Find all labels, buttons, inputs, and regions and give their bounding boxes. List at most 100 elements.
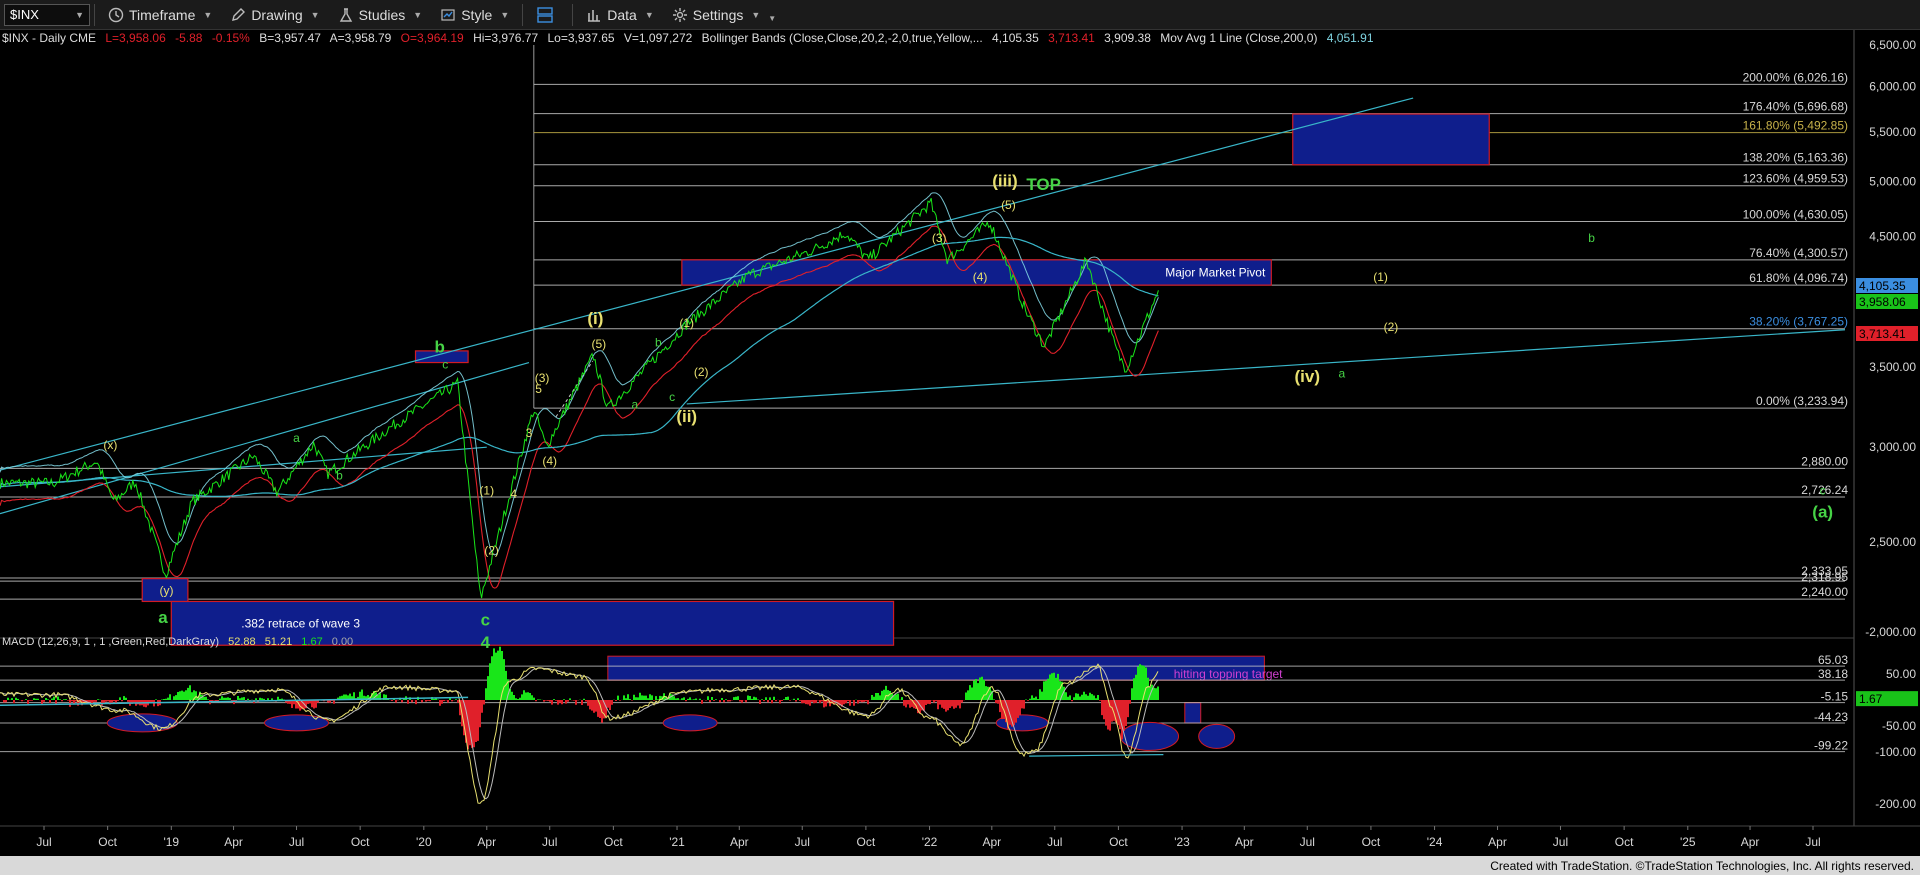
- wave-label: (y): [159, 583, 173, 597]
- time-axis-tick: Oct: [1362, 835, 1381, 849]
- macd-value-4: 0.00: [332, 636, 353, 648]
- fib-level-label: 38.20% (3,767.25): [1749, 315, 1848, 329]
- time-axis: Jul Oct '19 Apr Jul Oct '20 Apr Jul Oct '21 Apr Jul O…: [36, 826, 1821, 849]
- last-price: L=3,958.06: [105, 31, 166, 45]
- studies-menu[interactable]: Studies ▼: [329, 0, 432, 30]
- wave-label: c: [669, 390, 675, 404]
- symbol-selector[interactable]: $INX ▼: [4, 3, 90, 26]
- ma-label: Mov Avg 1 Line (Close,200,0): [1160, 31, 1317, 45]
- wave-label: (5): [1001, 198, 1016, 212]
- time-axis-tick: Jul: [36, 835, 51, 849]
- bb-lower-value: 3,713.41: [1048, 31, 1095, 45]
- chevron-down-icon: ▼: [310, 9, 320, 20]
- time-axis-tick: Oct: [1109, 835, 1128, 849]
- wave-label: 4: [510, 487, 517, 501]
- wave-label: c: [1820, 483, 1826, 497]
- wave-label: (3): [932, 231, 947, 245]
- macd-oversold-ellipse: [1120, 721, 1180, 751]
- wave-label: (2): [694, 365, 709, 379]
- wave-label: (4): [542, 454, 557, 468]
- macd-bottom-line: [1029, 754, 1164, 757]
- time-axis-tick: '25: [1680, 835, 1696, 849]
- wave-label: (a): [1812, 503, 1833, 522]
- bb-label: Bollinger Bands (Close,Close,20,2,-2,0,t…: [702, 31, 983, 45]
- wave-label: b: [336, 468, 343, 482]
- time-axis-tick: Jul: [289, 835, 304, 849]
- layout-button[interactable]: [527, 0, 568, 30]
- fib-level-label: 176.40% (5,696.68): [1743, 100, 1848, 114]
- fib-level-label: 100.00% (4,630.05): [1743, 207, 1848, 221]
- timeframe-label: Timeframe: [129, 6, 196, 23]
- time-axis-tick: Oct: [604, 835, 623, 849]
- bb-mid-value: 3,909.38: [1104, 31, 1151, 45]
- style-chart-icon: [441, 8, 455, 21]
- price-axis-tick: -2,000.00: [1865, 625, 1916, 639]
- zone-label: .382 retrace of wave 3: [241, 616, 360, 630]
- time-axis-tick: Apr: [730, 835, 749, 849]
- change-value: -5.88: [175, 31, 203, 45]
- time-axis-tick: Apr: [224, 835, 243, 849]
- time-axis-tick: '20: [416, 835, 432, 849]
- wave-label: (i): [587, 309, 603, 328]
- settings-label: Settings: [692, 6, 744, 23]
- time-axis-tick: Jul: [542, 835, 557, 849]
- gear-icon: [672, 7, 687, 22]
- time-axis-tick: Apr: [1235, 835, 1254, 849]
- toolbar-separator: [94, 3, 95, 26]
- macd-annotation: hitting topping target: [1174, 667, 1283, 681]
- change-percent: -0.15%: [212, 31, 250, 45]
- fib-level-label: 123.60% (4,959.53): [1743, 172, 1848, 186]
- wave-label: c: [442, 357, 448, 371]
- toolbar-separator: [572, 3, 574, 26]
- data-menu[interactable]: Data ▼: [577, 0, 663, 30]
- macd-level-label: 65.03: [1818, 653, 1848, 667]
- time-axis-tick: Apr: [982, 835, 1001, 849]
- volume: V=1,097,272: [624, 31, 693, 45]
- chevron-down-icon: ▼: [203, 9, 213, 20]
- wave-label: a: [158, 608, 168, 627]
- fib-level-label: 76.40% (4,300.57): [1749, 246, 1848, 260]
- wave-label: (1): [679, 316, 694, 330]
- style-menu[interactable]: Style ▼: [431, 0, 518, 30]
- chart-area[interactable]: 200.00% (6,026.16) 176.40% (5,696.68) 161.…: [0, 30, 1920, 856]
- symbol-name: $INX - Daily CME: [2, 31, 96, 45]
- footer-copyright: Created with TradeStation. ©TradeStation…: [1490, 858, 1914, 873]
- wave-label: (2): [1384, 320, 1399, 334]
- wave-label: (iv): [1295, 367, 1321, 386]
- macd-header: MACD (12,26,9, 1 , 1 ,Green,Red,DarkGray…: [2, 636, 353, 648]
- toolbar-separator: [522, 3, 524, 26]
- wave-label: 5: [535, 382, 542, 396]
- wave-label: (1): [479, 483, 494, 497]
- time-axis-tick: '19: [163, 835, 179, 849]
- price-axis-tick: 3,500.00: [1869, 360, 1916, 374]
- price-chart[interactable]: 200.00% (6,026.16) 176.40% (5,696.68) 161.…: [0, 30, 1920, 856]
- wave-label: (1): [1373, 270, 1388, 284]
- time-axis-tick: Oct: [98, 835, 117, 849]
- wave-label: (iii): [992, 172, 1018, 191]
- wave-label: a: [293, 431, 300, 445]
- chevron-down-icon: ▼: [413, 9, 423, 20]
- macd-value-2: 51.21: [265, 636, 293, 648]
- wave-label: (ii): [676, 407, 697, 426]
- bid-price: B=3,957.47: [259, 31, 321, 45]
- wave-label: TOP: [1026, 175, 1061, 194]
- support-level-label: 2,318.95: [1801, 570, 1848, 584]
- flask-icon: [339, 7, 352, 22]
- fib-level-label: 0.00% (3,233.94): [1756, 394, 1848, 408]
- macd-axis-tick: 50.00: [1886, 667, 1916, 681]
- drawing-menu[interactable]: Drawing ▼: [221, 0, 328, 30]
- price-axis-tick: 5,500.00: [1869, 125, 1916, 139]
- price-axis-tick: 5,000.00: [1869, 174, 1916, 188]
- wave-label: (5): [592, 337, 607, 351]
- footer-bar: Created with TradeStation. ©TradeStation…: [0, 856, 1920, 875]
- time-axis-tick: Jul: [1300, 835, 1315, 849]
- ask-price: A=3,958.79: [330, 31, 392, 45]
- support-level-label: 2,880.00: [1801, 454, 1848, 468]
- ma-value: 4,051.91: [1327, 31, 1374, 45]
- macd-level-label: -99.22: [1814, 739, 1848, 753]
- time-axis-tick: '24: [1427, 835, 1443, 849]
- chevron-down-icon: ▼: [75, 9, 84, 20]
- macd-axis-tick: -50.00: [1882, 719, 1916, 733]
- settings-menu[interactable]: Settings ▼ ▼: [663, 0, 785, 30]
- timeframe-menu[interactable]: Timeframe ▼: [99, 0, 221, 30]
